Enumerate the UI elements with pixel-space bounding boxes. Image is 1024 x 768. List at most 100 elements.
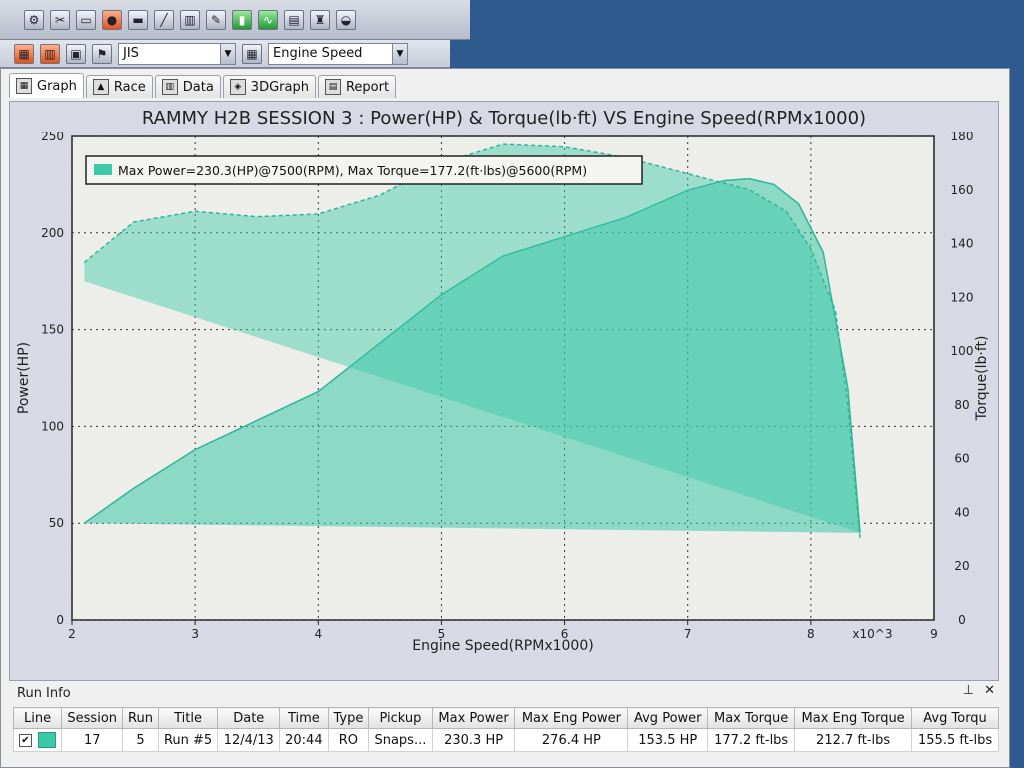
y2-tick-label: 160 (951, 183, 974, 197)
column-header[interactable]: Line (12, 707, 63, 729)
chevron-down-icon[interactable]: ▼ (220, 43, 235, 64)
tab-race[interactable]: ▲ Race (85, 75, 153, 98)
session-cell: 17 (61, 728, 124, 752)
column-header[interactable]: Pickup (368, 707, 433, 729)
grid-icon[interactable]: ▦ (242, 43, 262, 64)
y2-tick-label: 180 (951, 132, 974, 143)
chart-title: RAMMY H2B SESSION 3 : Power(HP) & Torque… (141, 108, 867, 129)
tab-report[interactable]: ▤ Report (317, 75, 397, 98)
column-header[interactable]: Title (157, 707, 219, 729)
table-toggle-icon[interactable]: ▥ (40, 43, 60, 64)
lamp-icon[interactable]: ♜ (310, 9, 330, 30)
x-tick-label: 3 (191, 627, 199, 641)
y2-tick-label: 100 (951, 344, 974, 358)
y2-tick-label: 0 (958, 613, 966, 627)
tab-graph[interactable]: ▦ Graph (9, 73, 84, 98)
helmet-icon[interactable]: ◒ (336, 9, 356, 30)
scope-icon[interactable]: ∿ (258, 9, 278, 30)
column-header[interactable]: Max Power (431, 707, 516, 729)
tab-label: Race (113, 79, 146, 95)
pin-icon[interactable]: ⊥ (963, 683, 974, 698)
cube-icon: ◈ (229, 79, 246, 95)
unit-select-value: JIS (123, 46, 139, 61)
flag-icon[interactable]: ⚑ (92, 43, 112, 64)
tab-data[interactable]: ▥ Data (154, 75, 221, 98)
column-header[interactable]: Max Torque (707, 707, 796, 729)
table-header-row: Line Session Run Title Date Time Type Pi… (12, 707, 999, 729)
y-tick-label: 250 (41, 132, 64, 143)
legend-swatch (94, 164, 112, 175)
run-cell: 5 (122, 728, 159, 752)
y2-tick-label: 20 (954, 559, 969, 573)
y-tick-label: 0 (56, 613, 64, 627)
pen-icon[interactable]: ✎ (206, 9, 226, 30)
report-icon: ▤ (324, 79, 341, 95)
print-icon[interactable]: ▣ (66, 43, 86, 64)
column-header[interactable]: Avg Power (627, 707, 709, 729)
close-icon[interactable]: ✕ (984, 683, 995, 698)
settings-gear-icon[interactable]: ⚙ (24, 9, 44, 30)
table-row[interactable]: ✔ 17 5 Run #5 12/4/13 20:44 RO Snaps... … (12, 728, 999, 752)
tab-3dgraph[interactable]: ◈ 3DGraph (222, 75, 316, 98)
title-cell: Run #5 (157, 728, 219, 752)
y-tick-label: 50 (49, 516, 64, 530)
window-icon[interactable]: ▭ (76, 9, 96, 30)
secondary-toolbar: ▦ ▥ ▣ ⚑ JIS ▼ ▦ Engine Speed ▼ (0, 40, 450, 68)
x-tick-label: 2 (68, 627, 76, 641)
chevron-down-icon[interactable]: ▼ (392, 43, 407, 64)
x-axis-label: Engine Speed(RPMx1000) (412, 638, 593, 654)
chart-icon[interactable]: ╱ (154, 9, 174, 30)
sheet-icon[interactable]: ▤ (284, 9, 304, 30)
x-tick-label: 9 (930, 627, 938, 641)
column-header[interactable]: Time (279, 707, 329, 729)
y-tick-label: 150 (41, 323, 64, 337)
view-tabs: ▦ Graph ▲ Race ▥ Data ◈ 3DGraph ▤ Report (9, 73, 397, 99)
tab-label: Data (182, 79, 214, 95)
grid-toggle-icon[interactable]: ▦ (14, 43, 34, 64)
y2-tick-label: 60 (954, 452, 969, 466)
column-header[interactable]: Max Eng Torque (794, 707, 913, 729)
avg-power-cell: 153.5 HP (627, 728, 709, 752)
battery-icon[interactable]: ▬ (128, 9, 148, 30)
column-header[interactable]: Avg Torqu (911, 707, 999, 729)
tab-label: Graph (37, 78, 77, 94)
run-info-header: Run Info ⊥ ✕ (9, 683, 1003, 703)
chart-panel: RAMMY H2B SESSION 3 : Power(HP) & Torque… (9, 101, 999, 681)
column-header[interactable]: Date (217, 707, 281, 729)
max-power-cell: 230.3 HP (431, 728, 516, 752)
tab-label: 3DGraph (250, 79, 309, 95)
record-icon[interactable]: ● (102, 9, 122, 30)
y2-tick-label: 80 (954, 398, 969, 412)
y2-axis-label: Torque(lb·ft) (974, 336, 990, 422)
axis-select-value: Engine Speed (273, 46, 363, 61)
meter-icon[interactable]: ▮ (232, 9, 252, 30)
max-torque-cell: 177.2 ft-lbs (707, 728, 796, 752)
y2-tick-label: 140 (951, 237, 974, 251)
column-header[interactable]: Run (122, 707, 159, 729)
line-cell: ✔ (12, 728, 63, 752)
x-tick-label: 7 (684, 627, 692, 641)
pickup-cell: Snaps... (368, 728, 433, 752)
y2-tick-label: 40 (954, 505, 969, 519)
grid-icon: ▦ (16, 78, 32, 94)
line-checkbox[interactable]: ✔ (19, 733, 32, 747)
max-eng-power-cell: 276.4 HP (514, 728, 629, 752)
car-icon: ▲ (92, 79, 109, 95)
column-header[interactable]: Max Eng Power (514, 707, 629, 729)
axis-select[interactable]: Engine Speed ▼ (268, 42, 408, 65)
x-multiplier-label: x10^3 (852, 627, 892, 641)
table-icon: ▥ (161, 79, 178, 95)
tools-icon[interactable]: ✂ (50, 9, 70, 30)
main-window: ▦ Graph ▲ Race ▥ Data ◈ 3DGraph ▤ Report… (0, 68, 1010, 768)
time-cell: 20:44 (279, 728, 329, 752)
y-tick-label: 200 (41, 226, 64, 240)
unit-select[interactable]: JIS ▼ (118, 42, 236, 65)
run-info-title: Run Info (17, 685, 71, 701)
line-color-swatch[interactable] (38, 732, 57, 748)
y-axis-label: Power(HP) (16, 342, 32, 414)
column-header[interactable]: Type (327, 707, 370, 729)
date-cell: 12/4/13 (217, 728, 281, 752)
type-cell: RO (327, 728, 370, 752)
column-header[interactable]: Session (61, 707, 124, 729)
bar-graph-icon[interactable]: ▥ (180, 9, 200, 30)
